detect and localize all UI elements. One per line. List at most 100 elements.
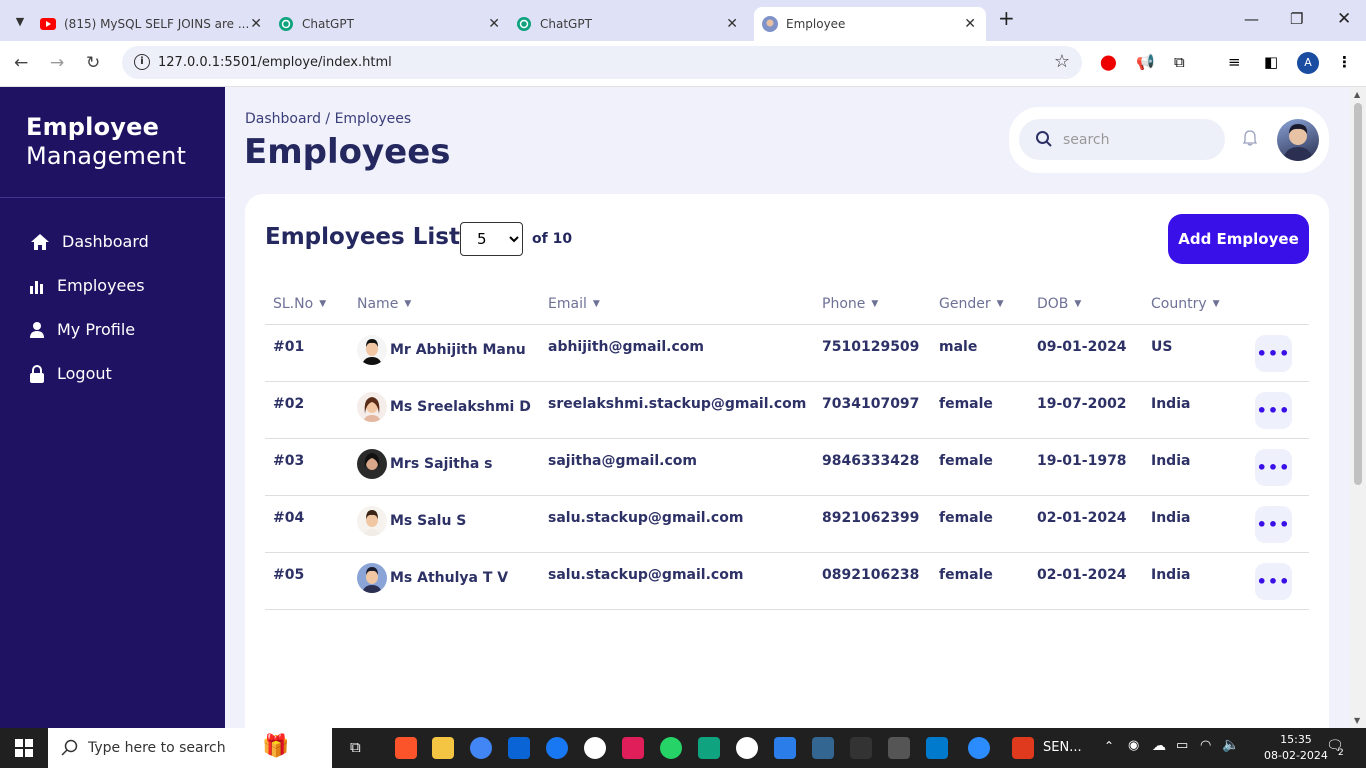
- cell-gender: female: [939, 396, 993, 412]
- scroll-up-icon[interactable]: ▲: [1354, 90, 1360, 99]
- camera-icon[interactable]: ◉: [1128, 738, 1139, 753]
- extension-opera-icon[interactable]: ⬤: [1100, 53, 1117, 71]
- new-tab-icon[interactable]: +: [998, 6, 1015, 30]
- column-header-phone[interactable]: Phone ▼: [822, 296, 878, 312]
- scroll-down-icon[interactable]: ▼: [1354, 716, 1360, 725]
- page-scrollbar[interactable]: ▲ ▼: [1350, 87, 1366, 728]
- url-text: 127.0.0.1:5501/employe/index.html: [158, 55, 392, 70]
- site-info-icon[interactable]: i: [134, 54, 150, 70]
- search-box[interactable]: [1019, 119, 1225, 160]
- terminal-icon[interactable]: [850, 737, 872, 759]
- whatsapp-business-icon[interactable]: [660, 737, 682, 759]
- row-more-options-icon[interactable]: •••: [1255, 506, 1292, 543]
- table-row[interactable]: #02 Ms Sreelakshmi D sreelakshmi.stackup…: [265, 382, 1309, 439]
- slack-icon[interactable]: [622, 737, 644, 759]
- chatgpt-icon: [278, 16, 294, 32]
- sensex-icon[interactable]: [1012, 737, 1034, 759]
- chevron-down-icon: ▼: [1212, 299, 1220, 309]
- tab-title: Employee: [786, 17, 846, 31]
- taskbar-search[interactable]: Type here to search 🎁: [48, 728, 332, 768]
- mysql-workbench-icon[interactable]: [812, 737, 834, 759]
- row-more-options-icon[interactable]: •••: [1255, 449, 1292, 486]
- column-header-label: Gender: [939, 296, 991, 312]
- browser-tab-employee[interactable]: Employee ✕: [754, 7, 986, 41]
- extension-megaphone-icon[interactable]: 📢: [1136, 53, 1155, 71]
- cell-email: sajitha@gmail.com: [548, 453, 697, 469]
- row-more-options-icon[interactable]: •••: [1255, 563, 1292, 600]
- side-panel-icon[interactable]: ◧: [1264, 53, 1278, 71]
- cell-gender: female: [939, 453, 993, 469]
- avatar[interactable]: [1277, 119, 1319, 161]
- task-view-icon[interactable]: ⧉: [350, 738, 372, 760]
- file-explorer-icon[interactable]: [432, 737, 454, 759]
- scrollbar-thumb[interactable]: [1354, 103, 1362, 485]
- column-header-dob[interactable]: DOB ▼: [1037, 296, 1081, 312]
- brave-browser-icon[interactable]: [395, 737, 417, 759]
- row-more-options-icon[interactable]: •••: [1255, 392, 1292, 429]
- bell-icon[interactable]: [1242, 130, 1258, 150]
- sidebar-item-employees[interactable]: Employees: [26, 276, 145, 295]
- volume-icon[interactable]: 🔈: [1222, 737, 1239, 753]
- add-employee-button[interactable]: Add Employee: [1168, 214, 1309, 264]
- browser-tab-chatgpt-1[interactable]: ChatGPT ✕: [278, 7, 510, 41]
- page-size-select[interactable]: 5 10: [460, 222, 523, 256]
- extensions-puzzle-icon[interactable]: ⧉: [1174, 53, 1185, 71]
- close-tab-icon[interactable]: ✕: [964, 16, 976, 32]
- table-row[interactable]: #03 Mrs Sajitha s sajitha@gmail.com 9846…: [265, 439, 1309, 496]
- tab-search-chevron-icon[interactable]: ▼: [7, 8, 33, 34]
- github-icon[interactable]: [736, 737, 758, 759]
- search-icon: [1035, 130, 1053, 152]
- vscode-icon[interactable]: [926, 737, 948, 759]
- column-header-slno[interactable]: SL.No ▼: [273, 296, 326, 312]
- bookmark-star-icon[interactable]: ☆: [1054, 51, 1070, 72]
- chevron-down-icon: ▼: [319, 299, 327, 309]
- chrome-icon[interactable]: [470, 737, 492, 759]
- restore-icon[interactable]: ❐: [1290, 10, 1303, 28]
- tray-chevron-up-icon[interactable]: ⌃: [1104, 739, 1114, 753]
- help-icon[interactable]: [968, 737, 990, 759]
- close-tab-icon[interactable]: ✕: [488, 16, 500, 32]
- search-input[interactable]: [1063, 131, 1213, 148]
- table-row[interactable]: #05 Ms Athulya T V salu.stackup@gmail.co…: [265, 553, 1309, 610]
- table-row[interactable]: #01 Mr Abhijith Manu abhijith@gmail.com …: [265, 325, 1309, 382]
- row-more-options-icon[interactable]: •••: [1255, 335, 1292, 372]
- app-icon[interactable]: [774, 737, 796, 759]
- minimize-icon[interactable]: —: [1244, 10, 1259, 28]
- clock-date: 08-02-2024: [1264, 749, 1328, 762]
- taskbar-clock[interactable]: 15:35 08-02-2024: [1264, 732, 1328, 764]
- command-prompt-icon[interactable]: [888, 737, 910, 759]
- windows-start-icon[interactable]: [15, 739, 33, 761]
- whatsapp-icon[interactable]: [584, 737, 606, 759]
- onedrive-cloud-icon[interactable]: ☁: [1152, 738, 1166, 754]
- table-row[interactable]: #04 Ms Salu S salu.stackup@gmail.com 892…: [265, 496, 1309, 553]
- browser-tab-chatgpt-2[interactable]: ChatGPT ✕: [516, 7, 748, 41]
- wifi-icon[interactable]: ◠: [1200, 738, 1211, 753]
- close-tab-icon[interactable]: ✕: [250, 16, 262, 32]
- reload-icon[interactable]: ↻: [86, 53, 100, 73]
- address-bar[interactable]: i 127.0.0.1:5501/employe/index.html ☆: [122, 46, 1082, 79]
- column-header-country[interactable]: Country ▼: [1151, 296, 1220, 312]
- browser-tab-youtube[interactable]: (815) MySQL SELF JOINS are ... ✕: [40, 7, 272, 41]
- profile-favicon-icon: [762, 16, 778, 32]
- chatgpt-icon[interactable]: [698, 737, 720, 759]
- messenger-icon[interactable]: [546, 737, 568, 759]
- sidebar-divider: [0, 197, 225, 198]
- sidebar-item-my-profile[interactable]: My Profile: [26, 320, 135, 339]
- sidebar-item-dashboard[interactable]: Dashboard: [28, 232, 149, 251]
- sidebar-item-logout[interactable]: Logout: [26, 364, 112, 383]
- browser-menu-icon[interactable]: ⋮: [1337, 53, 1352, 71]
- battery-icon[interactable]: ▭: [1176, 738, 1188, 753]
- chevron-down-icon: ▼: [996, 299, 1004, 309]
- forward-icon[interactable]: →: [50, 53, 64, 73]
- media-control-icon[interactable]: ≡: [1228, 53, 1241, 71]
- column-header-email[interactable]: Email ▼: [548, 296, 600, 312]
- close-window-icon[interactable]: ✕: [1337, 9, 1351, 29]
- mail-icon[interactable]: [508, 737, 530, 759]
- back-icon[interactable]: ←: [14, 53, 28, 73]
- cell-name: Ms Athulya T V: [357, 563, 508, 593]
- column-header-name[interactable]: Name ▼: [357, 296, 411, 312]
- profile-avatar-icon[interactable]: A: [1297, 52, 1319, 74]
- column-header-gender[interactable]: Gender ▼: [939, 296, 1004, 312]
- close-tab-icon[interactable]: ✕: [726, 16, 738, 32]
- browser-toolbar: ← → ↻ i 127.0.0.1:5501/employe/index.htm…: [0, 41, 1366, 87]
